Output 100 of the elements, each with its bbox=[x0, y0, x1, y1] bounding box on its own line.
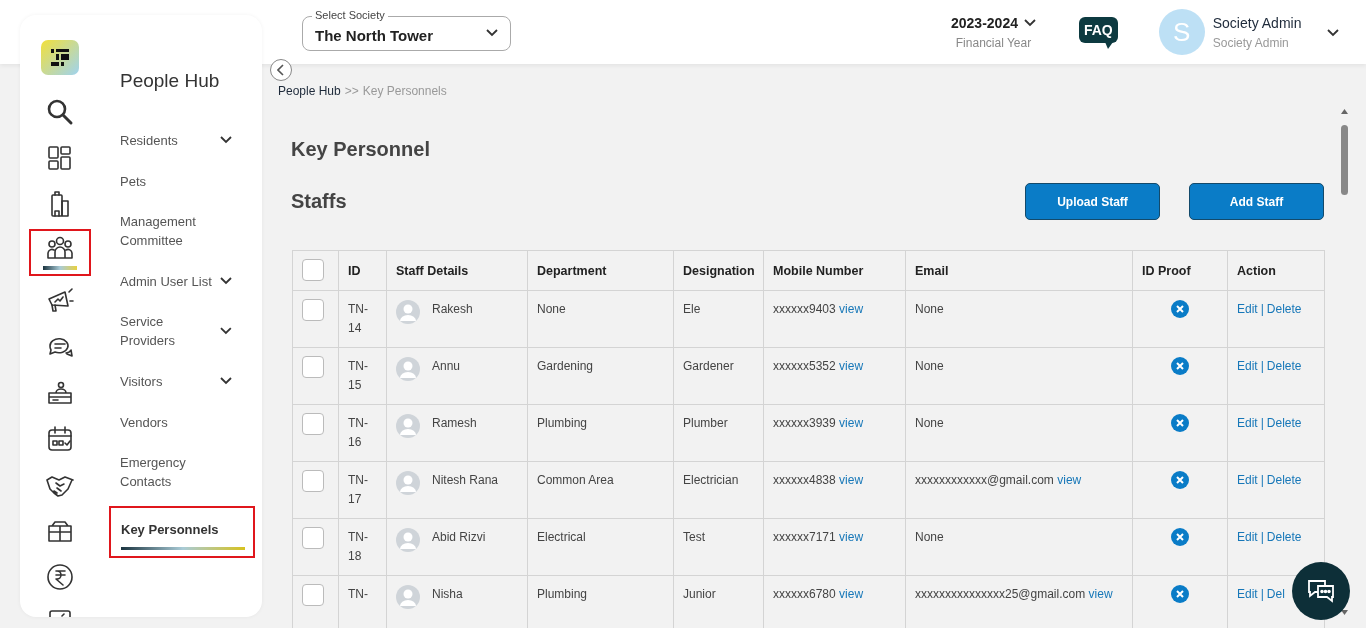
nav-icon-button[interactable] bbox=[29, 228, 91, 277]
table-cell: TN-14 bbox=[338, 290, 387, 348]
sidebar-title: People Hub bbox=[120, 70, 221, 92]
column-header: ID bbox=[338, 250, 387, 291]
delete-link[interactable]: Delete bbox=[1266, 357, 1302, 376]
delete-link[interactable]: Delete bbox=[1266, 471, 1302, 490]
delete-link[interactable]: Delete bbox=[1266, 528, 1302, 547]
chat-button[interactable] bbox=[1292, 562, 1350, 620]
sidebar-item[interactable]: Pets bbox=[112, 171, 244, 191]
email-text: None bbox=[915, 359, 944, 373]
edit-link[interactable]: Edit bbox=[1237, 528, 1258, 547]
staff-name: Annu bbox=[432, 358, 461, 375]
collapse-button[interactable] bbox=[270, 59, 292, 81]
edit-link[interactable]: Edit bbox=[1237, 300, 1258, 319]
select-all-checkbox[interactable] bbox=[302, 259, 324, 281]
breadcrumb-current: Key Personnels bbox=[362, 84, 447, 98]
delete-link[interactable]: Delete bbox=[1266, 414, 1302, 433]
sidebar-item[interactable]: Management Committee bbox=[112, 212, 244, 250]
view-link[interactable]: view bbox=[839, 530, 864, 544]
table-cell: Plumbing bbox=[527, 404, 674, 462]
delete-link[interactable]: Del bbox=[1266, 585, 1285, 604]
avatar-icon bbox=[396, 471, 420, 495]
email-text: None bbox=[915, 530, 944, 544]
row-checkbox[interactable] bbox=[302, 299, 324, 321]
rupee-icon bbox=[46, 563, 74, 591]
mobile-number: xxxxxx3939 bbox=[773, 416, 836, 430]
table-cell: Common Area bbox=[527, 461, 674, 519]
view-link[interactable]: view bbox=[839, 587, 864, 601]
bubble-tail-icon bbox=[1104, 42, 1113, 49]
edit-link[interactable]: Edit bbox=[1237, 357, 1258, 376]
column-header: ID Proof bbox=[1132, 250, 1228, 291]
upload-button[interactable]: Upload Staff bbox=[1025, 183, 1160, 220]
chat-icon bbox=[1306, 577, 1336, 605]
edit-link[interactable]: Edit bbox=[1237, 471, 1258, 490]
avatar-icon bbox=[396, 357, 420, 381]
add-button[interactable]: Add Staff bbox=[1189, 183, 1324, 220]
year-selector[interactable]: 2023-2024 bbox=[951, 14, 1018, 31]
sidebar-item[interactable]: Visitors bbox=[112, 371, 244, 391]
table-cell: Electrical bbox=[527, 518, 674, 576]
action-separator: | bbox=[1260, 529, 1264, 546]
avatar-icon bbox=[396, 300, 420, 324]
view-link[interactable]: view bbox=[1057, 473, 1082, 487]
row-checkbox[interactable] bbox=[302, 584, 324, 606]
staff-name: Ramesh bbox=[432, 415, 477, 432]
table-cell: Test bbox=[673, 518, 764, 576]
avatar-icon bbox=[396, 585, 420, 609]
row-checkbox[interactable] bbox=[302, 413, 324, 435]
breadcrumb-link[interactable]: People Hub bbox=[278, 84, 341, 98]
sidebar-item[interactable]: Vendors bbox=[112, 412, 244, 432]
email-text: xxxxxxxxxxxxxxx25@gmail.com bbox=[915, 587, 1086, 601]
staff-name: Abid Rizvi bbox=[432, 529, 486, 546]
column-header: Designation bbox=[673, 250, 764, 291]
sidebar-item[interactable]: Service Providers bbox=[112, 312, 244, 350]
app-logo[interactable] bbox=[41, 40, 79, 75]
table-cell: TN-18 bbox=[338, 518, 387, 576]
table-cell: TN-15 bbox=[338, 347, 387, 405]
view-link[interactable]: view bbox=[1088, 587, 1113, 601]
table-cell: None bbox=[527, 290, 674, 348]
user-role: Society Admin bbox=[1212, 35, 1290, 50]
action-separator: | bbox=[1260, 472, 1264, 489]
table-cell: Ele bbox=[673, 290, 764, 348]
avatar-icon bbox=[396, 528, 420, 552]
view-link[interactable]: view bbox=[839, 416, 864, 430]
faq-button[interactable]: FAQ bbox=[1078, 17, 1118, 43]
user-name: Society Admin bbox=[1212, 14, 1302, 31]
sidebar-item[interactable]: Emergency Contacts bbox=[112, 453, 244, 491]
view-link[interactable]: view bbox=[839, 359, 864, 373]
edit-link[interactable]: Edit bbox=[1237, 414, 1258, 433]
edit-link[interactable]: Edit bbox=[1237, 585, 1258, 604]
row-checkbox[interactable] bbox=[302, 356, 324, 378]
avatar-icon bbox=[396, 414, 420, 438]
view-link[interactable]: view bbox=[839, 302, 864, 316]
action-separator: | bbox=[1260, 301, 1264, 318]
mobile-number: xxxxxx7171 bbox=[773, 530, 836, 544]
delete-link[interactable]: Delete bbox=[1266, 300, 1302, 319]
column-header: Mobile Number bbox=[763, 250, 906, 291]
staff-name: Rakesh bbox=[432, 301, 473, 318]
column-header: Staff Details bbox=[386, 250, 528, 291]
sidebar-item[interactable]: Key Personnels bbox=[109, 506, 255, 558]
action-separator: | bbox=[1260, 586, 1264, 603]
chevron-down-icon bbox=[486, 29, 498, 37]
table-cell: TN-16 bbox=[338, 404, 387, 462]
search-icon bbox=[46, 97, 74, 126]
row-checkbox[interactable] bbox=[302, 527, 324, 549]
mobile-number: xxxxxx4838 bbox=[773, 473, 836, 487]
mobile-number: xxxxxx5352 bbox=[773, 359, 836, 373]
sidebar-item[interactable]: Admin User List bbox=[112, 271, 244, 291]
view-link[interactable]: view bbox=[839, 473, 864, 487]
page-title: Key Personnel bbox=[291, 138, 431, 161]
row-checkbox[interactable] bbox=[302, 470, 324, 492]
year-caption: Financial Year bbox=[955, 35, 1032, 50]
scrollbar[interactable] bbox=[1340, 108, 1349, 616]
column-header: Email bbox=[905, 250, 1133, 291]
select-label: Select Society bbox=[312, 8, 388, 21]
email-text: None bbox=[915, 416, 944, 430]
sidebar-item[interactable]: Residents bbox=[112, 130, 244, 150]
column-header: Action bbox=[1227, 250, 1325, 291]
user-menu-chevron-icon bbox=[1327, 29, 1340, 37]
email-text: None bbox=[915, 302, 944, 316]
staff-name: Nitesh Rana bbox=[432, 472, 499, 489]
